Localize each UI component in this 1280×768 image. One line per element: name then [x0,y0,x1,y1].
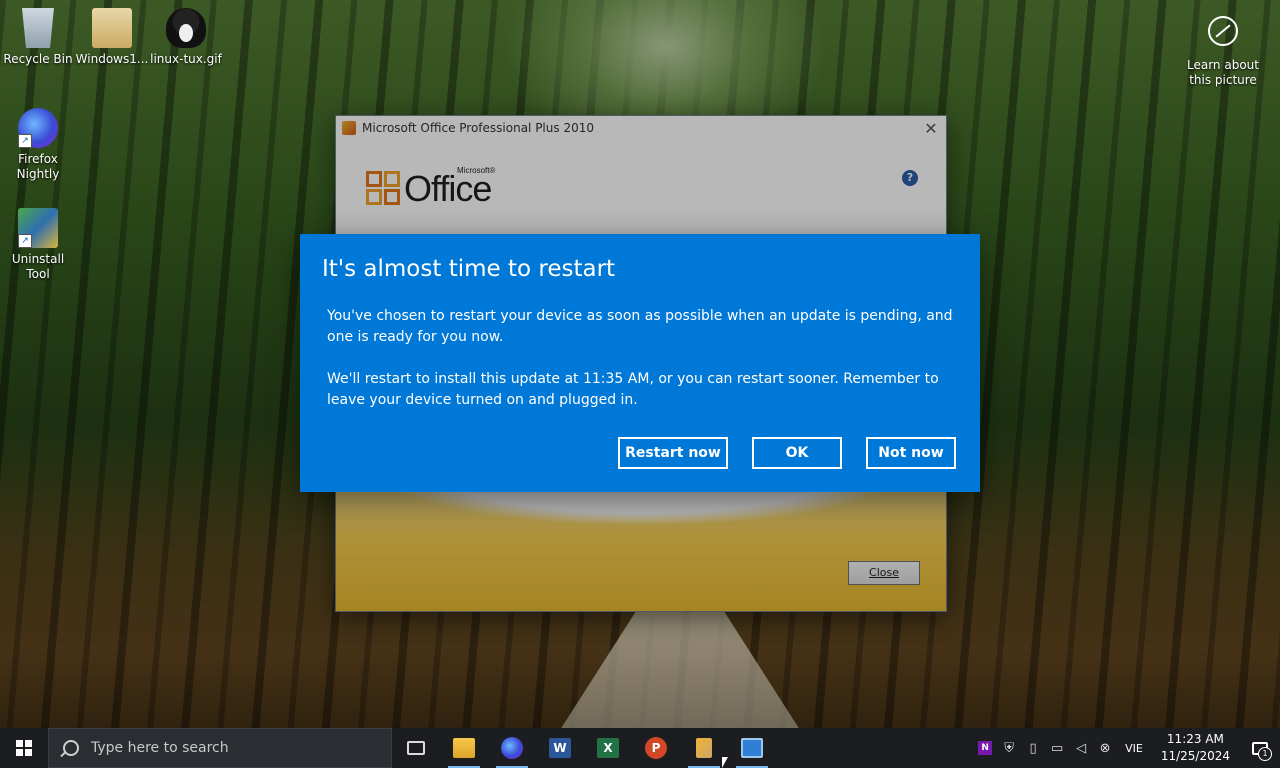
learn-about-picture[interactable]: Learn about this picture [1178,16,1268,88]
powerpoint-icon: P [645,737,667,759]
search-icon [63,740,79,756]
shield-icon: ⛨ [1004,740,1014,756]
language-indicator[interactable]: VIE [1117,742,1151,755]
taskbar-firefox[interactable] [488,728,536,768]
office-setup-icon [342,121,356,135]
taskbar-office-setup[interactable] [680,728,728,768]
desktop-icon-label: Uninstall Tool [11,252,65,281]
restart-dialog-message: You've chosen to restart your device as … [327,306,957,411]
action-center-button[interactable]: 1 [1240,728,1280,768]
desktop-icon-label: linux-tux.gif [150,52,222,66]
taskbar: Type here to search W X P N ⛨ ▯ ▭ ◁ ⊗ VI… [0,728,1280,768]
tray-volume[interactable]: ◁ [1069,728,1093,768]
taskbar-file-explorer[interactable] [440,728,488,768]
office-titlebar: Microsoft Office Professional Plus 2010 … [336,116,946,140]
start-button[interactable] [0,728,48,768]
office-logo: Office Microsoft® [366,166,496,210]
camera-info-icon [1208,16,1238,46]
restart-paragraph-2: We'll restart to install this update at … [327,371,939,408]
learn-about-label: Learn about this picture [1187,58,1259,87]
usb-icon: ▯ [1029,740,1037,756]
error-icon: ⊗ [1099,740,1111,756]
excel-icon: X [597,738,619,758]
restart-now-button[interactable]: Restart now [618,437,728,469]
desktop-icon-recycle-bin[interactable]: Recycle Bin [0,8,76,67]
not-now-button[interactable]: Not now [866,437,956,469]
firefox-icon [501,737,523,759]
tray-onenote[interactable]: N [973,728,997,768]
notification-count: 1 [1258,747,1272,761]
desktop-icon-windows-folder[interactable]: Windows1... [74,8,150,67]
mouse-cursor-icon [722,757,728,768]
tray-network[interactable]: ▭ [1045,728,1069,768]
ok-button[interactable]: OK [752,437,842,469]
firefox-nightly-icon: ↗ [18,108,58,148]
search-placeholder: Type here to search [91,740,229,756]
tray-error[interactable]: ⊗ [1093,728,1117,768]
restart-dialog-title: It's almost time to restart [322,256,616,282]
taskbar-excel[interactable]: X [584,728,632,768]
clock-date: 11/25/2024 [1160,749,1230,763]
office-logo-icon [366,171,402,207]
clock[interactable]: 11:23 AM 11/25/2024 [1151,731,1240,765]
volume-muted-icon: ◁ [1076,740,1087,756]
close-icon[interactable]: ✕ [916,119,946,138]
taskbar-powerpoint[interactable]: P [632,728,680,768]
file-explorer-icon [453,738,475,758]
clock-time: 11:23 AM [1166,732,1224,746]
onenote-icon: N [978,741,993,755]
word-icon: W [549,738,571,758]
desktop-icon-label: Firefox Nightly [16,152,60,181]
task-view-button[interactable] [392,728,440,768]
penguin-image-icon [166,8,206,48]
office-logo-text: Office Microsoft® [404,166,496,209]
uninstall-tool-icon: ↗ [18,208,58,248]
office-window-title: Microsoft Office Professional Plus 2010 [362,121,594,135]
help-icon[interactable]: ? [902,170,918,186]
desktop-icon-label: Recycle Bin [3,52,73,66]
taskbar-search[interactable]: Type here to search [48,728,392,768]
tray-usb[interactable]: ▯ [1021,728,1045,768]
windows-logo-icon [16,740,32,756]
restart-dialog-buttons: Restart now OK Not now [618,437,956,469]
taskbar-word[interactable]: W [536,728,584,768]
desktop-icon-firefox-nightly[interactable]: ↗ Firefox Nightly [0,108,76,182]
restart-paragraph-1: You've chosen to restart your device as … [327,308,953,345]
desktop-icon-label: Windows1... [75,52,149,66]
office-close-button[interactable]: Close [848,561,920,585]
office-setup-icon [696,738,712,758]
recycle-bin-icon [22,8,54,48]
folder-icon [92,8,132,48]
shortcut-arrow-icon: ↗ [18,134,32,148]
network-icon: ▭ [1050,740,1064,756]
window-icon [741,738,763,758]
tray-security[interactable]: ⛨ [997,728,1021,768]
taskbar-window[interactable] [728,728,776,768]
shortcut-arrow-icon: ↗ [18,234,32,248]
system-tray: N ⛨ ▯ ▭ ◁ ⊗ VIE 11:23 AM 11/25/2024 1 [973,728,1280,768]
task-view-icon [407,741,425,755]
restart-dialog: It's almost time to restart You've chose… [300,234,980,492]
desktop-icon-linux-tux[interactable]: linux-tux.gif [148,8,224,67]
desktop-icon-uninstall-tool[interactable]: ↗ Uninstall Tool [0,208,76,282]
